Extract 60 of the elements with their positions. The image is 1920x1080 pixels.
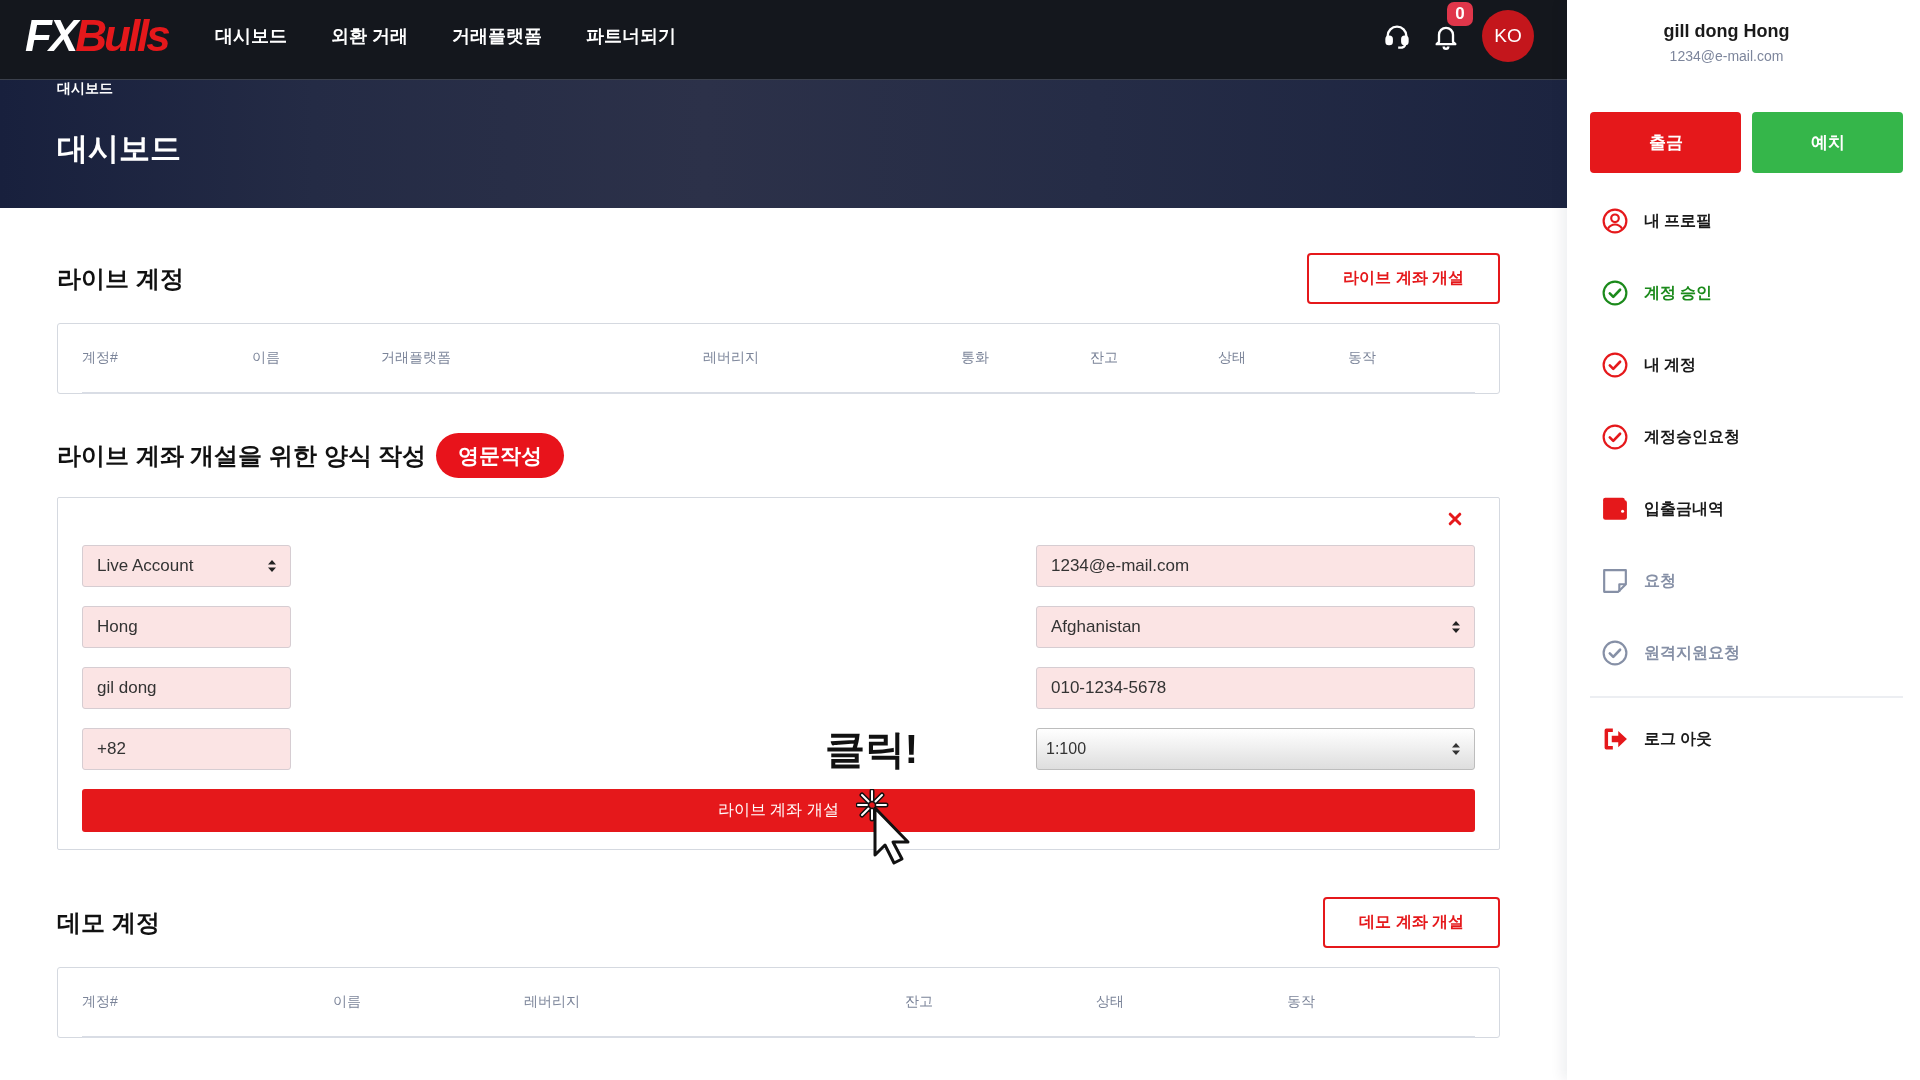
sidebar-menu-item[interactable]: 계정 승인: [1590, 257, 1903, 329]
open-demo-account-button[interactable]: 데모 계좌 개설: [1323, 897, 1500, 948]
text-field[interactable]: 1234@e-mail.com: [1036, 545, 1475, 587]
column-header: 계정#: [82, 993, 118, 1011]
notification-badge: 0: [1447, 1, 1473, 26]
column-header: 잔고: [905, 993, 933, 1011]
click-hint: 클릭!: [824, 728, 918, 770]
nav-link[interactable]: 거래플랫폼: [451, 23, 542, 48]
column-header: 거래플랫폼: [381, 349, 451, 367]
dropdown-field[interactable]: 1:100: [1036, 728, 1475, 770]
column-header: 이름: [333, 993, 361, 1011]
sidebar-menu-item[interactable]: 내 계정: [1590, 329, 1903, 401]
column-header: 동작: [1348, 349, 1376, 367]
check-circle-icon: [1602, 280, 1628, 306]
column-header: 통화: [961, 349, 989, 367]
updown-caret-icon: [268, 560, 276, 572]
check-circle-icon: [1602, 424, 1628, 450]
english-badge: 영문작성: [436, 433, 565, 478]
check-circle-icon: [1602, 640, 1628, 666]
nav-link[interactable]: 파트너되기: [585, 23, 676, 48]
open-live-account-button[interactable]: 라이브 계좌 개설: [1307, 253, 1500, 304]
sidebar-menu-item[interactable]: 계정승인요청: [1590, 401, 1903, 473]
user-email: 1234@e-mail.com: [1668, 47, 1785, 65]
check-circle-icon: [1602, 352, 1628, 378]
sidebar-menu-item[interactable]: 입출금내역: [1590, 473, 1903, 545]
column-header: 이름: [252, 349, 280, 367]
section-title: 라이브 계좌 개설을 위한 양식 작성: [57, 440, 427, 471]
page-title: 대시보드: [57, 131, 182, 167]
text-field[interactable]: Hong: [82, 606, 291, 648]
submit-button[interactable]: 라이브 계좌 개설: [82, 789, 1475, 832]
user-circle-icon: [1602, 208, 1628, 234]
dropdown-field[interactable]: Live Account: [82, 545, 291, 587]
section-title: 라이브 계정: [57, 263, 184, 294]
text-field[interactable]: 010-1234-5678: [1036, 667, 1475, 709]
logo[interactable]: FXBulls: [25, 12, 168, 59]
logout-icon: [1602, 726, 1628, 752]
column-header: 상태: [1096, 993, 1124, 1011]
wallet-icon: [1602, 496, 1628, 522]
note-icon: [1602, 568, 1628, 594]
column-header: 레버리지: [524, 993, 580, 1011]
column-header: 레버리지: [703, 349, 759, 367]
breadcrumb: 대시보드: [57, 80, 114, 96]
column-header: 잔고: [1090, 349, 1118, 367]
section-title: 데모 계정: [57, 907, 160, 938]
column-header: 상태: [1218, 349, 1246, 367]
language-button[interactable]: KO: [1482, 9, 1534, 62]
text-field[interactable]: gil dong: [82, 667, 291, 709]
column-header: 계정#: [82, 349, 118, 367]
dropdown-field[interactable]: Afghanistan: [1036, 606, 1475, 648]
updown-caret-icon: [1452, 743, 1460, 755]
text-field[interactable]: +82: [82, 728, 291, 770]
user-name: gill dong Hong: [1663, 20, 1790, 43]
nav-link[interactable]: 대시보드: [214, 23, 287, 48]
sidebar-menu-item[interactable]: 내 프로필: [1590, 185, 1903, 257]
logout-menu-item[interactable]: 로그 아웃: [1590, 703, 1903, 775]
close-icon[interactable]: [1448, 512, 1462, 526]
nav-link[interactable]: 외환 거래: [330, 23, 408, 48]
column-header: 동작: [1287, 993, 1315, 1011]
withdraw-button[interactable]: 출금: [1590, 112, 1741, 173]
updown-caret-icon: [1452, 621, 1460, 633]
